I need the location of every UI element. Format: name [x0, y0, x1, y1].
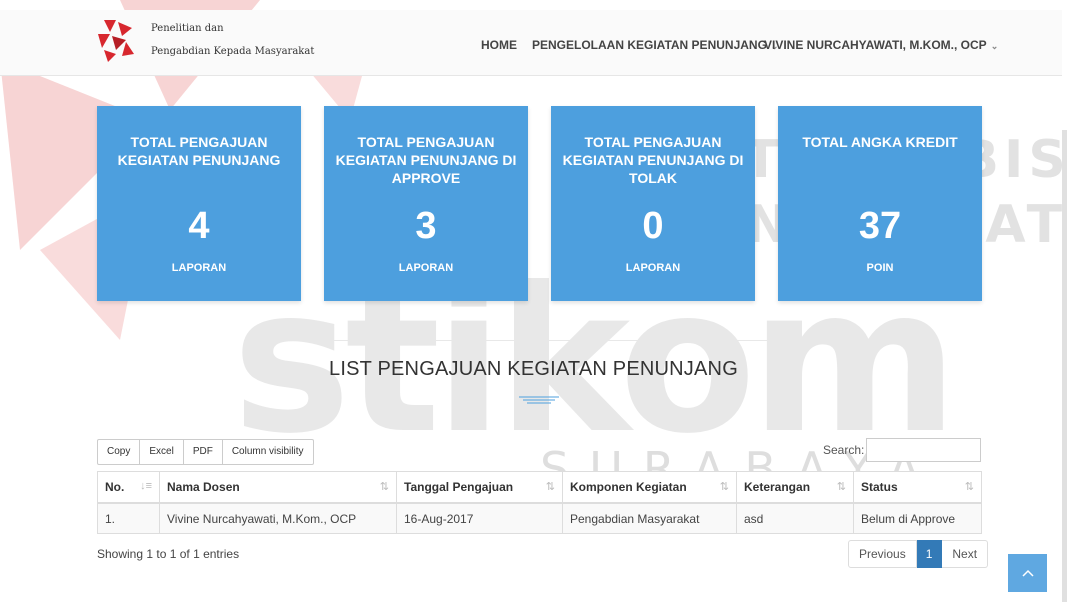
- cell-no: 1.: [97, 502, 160, 534]
- card-title: TOTAL PENGAJUAN KEGIATAN PENUNJANG: [117, 134, 281, 168]
- search-input[interactable]: [866, 438, 981, 462]
- list-title: LIST PENGAJUAN KEGIATAN PENUNJANG: [329, 358, 738, 380]
- col-nama-dosen-label: Nama Dosen: [167, 480, 240, 494]
- card-unit: LAPORAN: [625, 262, 681, 274]
- column-visibility-button[interactable]: Column visibility: [222, 439, 314, 465]
- cell-tanggal: 16-Aug-2017: [396, 502, 563, 534]
- search-label: Search:: [823, 443, 865, 457]
- header: Penelitian dan Pengabdian Kepada Masyara…: [0, 10, 1062, 76]
- pdf-button[interactable]: PDF: [183, 439, 223, 465]
- chevron-down-icon: ⌄: [990, 41, 999, 51]
- card-title: TOTAL PENGAJUAN KEGIATAN PENUNJANG DI AP…: [335, 134, 517, 186]
- stat-card-rejected: TOTAL PENGAJUAN KEGIATAN PENUNJANG DI TO…: [551, 106, 755, 301]
- scroll-to-top-button[interactable]: [1008, 554, 1047, 592]
- nav-pengelolaan-label: PENGELOLAAN KEGIATAN PENUNJANG: [532, 38, 767, 52]
- card-value: 3: [415, 205, 437, 247]
- chevron-up-icon: [1021, 569, 1034, 577]
- card-title: TOTAL PENGAJUAN KEGIATAN PENUNJANG DI TO…: [562, 134, 744, 186]
- col-status-label: Status: [861, 480, 898, 494]
- logo-icon[interactable]: [96, 18, 136, 63]
- stat-card-total: TOTAL PENGAJUAN KEGIATAN PENUNJANG 4 LAP…: [97, 106, 301, 301]
- sort-asc-icon: ↓≡: [140, 480, 152, 492]
- card-title: TOTAL ANGKA KREDIT: [802, 134, 958, 150]
- pagination: Previous 1 Next: [848, 540, 989, 568]
- table-info: Showing 1 to 1 of 1 entries: [97, 547, 240, 561]
- card-value: 4: [188, 205, 210, 247]
- sort-icon: ⇅: [836, 481, 846, 493]
- card-unit: LAPORAN: [398, 262, 454, 274]
- col-tanggal-label: Tanggal Pengajuan: [404, 480, 514, 494]
- scrollbar[interactable]: [1062, 130, 1067, 602]
- card-unit: LAPORAN: [171, 262, 227, 274]
- col-no-label: No.: [105, 480, 125, 494]
- previous-button[interactable]: Previous: [848, 540, 917, 568]
- table-row: 1. Vivine Nurcahyawati, M.Kom., OCP 16-A…: [97, 502, 982, 534]
- nav-user-menu[interactable]: VIVINE NURCAHYAWATI, M.KOM., OCP ⌄: [764, 38, 998, 52]
- nav-home[interactable]: HOME: [481, 38, 517, 52]
- col-nama-dosen[interactable]: Nama Dosen ⇅: [159, 471, 397, 504]
- data-table: No. ↓≡ Nama Dosen ⇅ Tanggal Pengajuan ⇅ Kom…: [97, 471, 982, 534]
- copy-button[interactable]: Copy: [97, 439, 141, 465]
- card-unit: POIN: [866, 262, 894, 274]
- sort-icon: ⇅: [379, 481, 389, 493]
- title-underline-icon: [519, 396, 559, 404]
- card-value: 37: [858, 205, 902, 247]
- cell-nama-dosen: Vivine Nurcahyawati, M.Kom., OCP: [159, 502, 397, 534]
- nav-user-label: VIVINE NURCAHYAWATI, M.KOM., OCP: [764, 38, 987, 52]
- brand-line2: Pengabdian Kepada Masyarakat: [151, 46, 315, 57]
- export-buttons: Copy Excel PDF Column visibility: [97, 439, 314, 465]
- cell-komponen: Pengabdian Masyarakat: [562, 502, 737, 534]
- next-button[interactable]: Next: [942, 540, 989, 568]
- card-value: 0: [642, 205, 664, 247]
- sort-icon: ⇅: [719, 481, 729, 493]
- page-1-button[interactable]: 1: [916, 540, 943, 568]
- col-komponen[interactable]: Komponen Kegiatan ⇅: [562, 471, 737, 504]
- section-divider: [267, 340, 799, 341]
- excel-button[interactable]: Excel: [140, 439, 184, 465]
- stat-card-approved: TOTAL PENGAJUAN KEGIATAN PENUNJANG DI AP…: [324, 106, 528, 301]
- col-tanggal[interactable]: Tanggal Pengajuan ⇅: [396, 471, 563, 504]
- col-keterangan[interactable]: Keterangan ⇅: [736, 471, 854, 504]
- col-keterangan-label: Keterangan: [744, 480, 811, 494]
- col-no[interactable]: No. ↓≡: [97, 471, 160, 504]
- nav-home-label: HOME: [481, 38, 517, 52]
- col-komponen-label: Komponen Kegiatan: [570, 480, 687, 494]
- cell-status: Belum di Approve: [853, 502, 982, 534]
- sort-icon: ⇅: [545, 481, 555, 493]
- col-status[interactable]: Status ⇅: [853, 471, 982, 504]
- brand-line1: Penelitian dan: [151, 23, 224, 34]
- stat-card-credit: TOTAL ANGKA KREDIT 37 POIN: [778, 106, 982, 301]
- cell-keterangan: asd: [736, 502, 854, 534]
- sort-icon: ⇅: [964, 481, 974, 493]
- table-header-row: No. ↓≡ Nama Dosen ⇅ Tanggal Pengajuan ⇅ Kom…: [97, 471, 982, 504]
- nav-pengelolaan[interactable]: PENGELOLAAN KEGIATAN PENUNJANG ⌄: [532, 38, 778, 52]
